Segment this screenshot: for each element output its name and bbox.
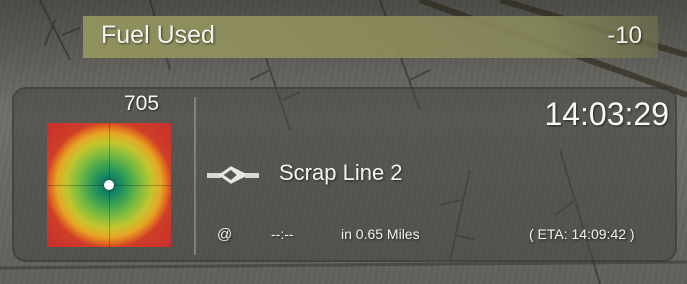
track-junction-icon bbox=[207, 166, 259, 184]
game-clock: 14:03:29 bbox=[544, 96, 669, 132]
panel-divider bbox=[194, 97, 196, 255]
distance-remaining: in 0.65 Miles bbox=[341, 226, 420, 242]
fuel-used-bar: Fuel Used -10 bbox=[83, 16, 658, 58]
at-symbol: @ bbox=[217, 226, 233, 243]
track-destination-name: Scrap Line 2 bbox=[279, 160, 403, 185]
radar-target-icon bbox=[47, 123, 171, 247]
arrival-time-placeholder: --:-- bbox=[271, 226, 294, 242]
eta-readout: ( ETA: 14:09:42 ) bbox=[529, 226, 635, 242]
score-value: 705 bbox=[124, 92, 160, 115]
fuel-used-value: -10 bbox=[607, 22, 642, 49]
radar-position-dot bbox=[104, 180, 114, 190]
next-stop-panel: 705 14:03:29 Scrap Line 2 @ --:-- in 0.6… bbox=[12, 87, 677, 262]
fuel-used-label: Fuel Used bbox=[101, 21, 215, 49]
